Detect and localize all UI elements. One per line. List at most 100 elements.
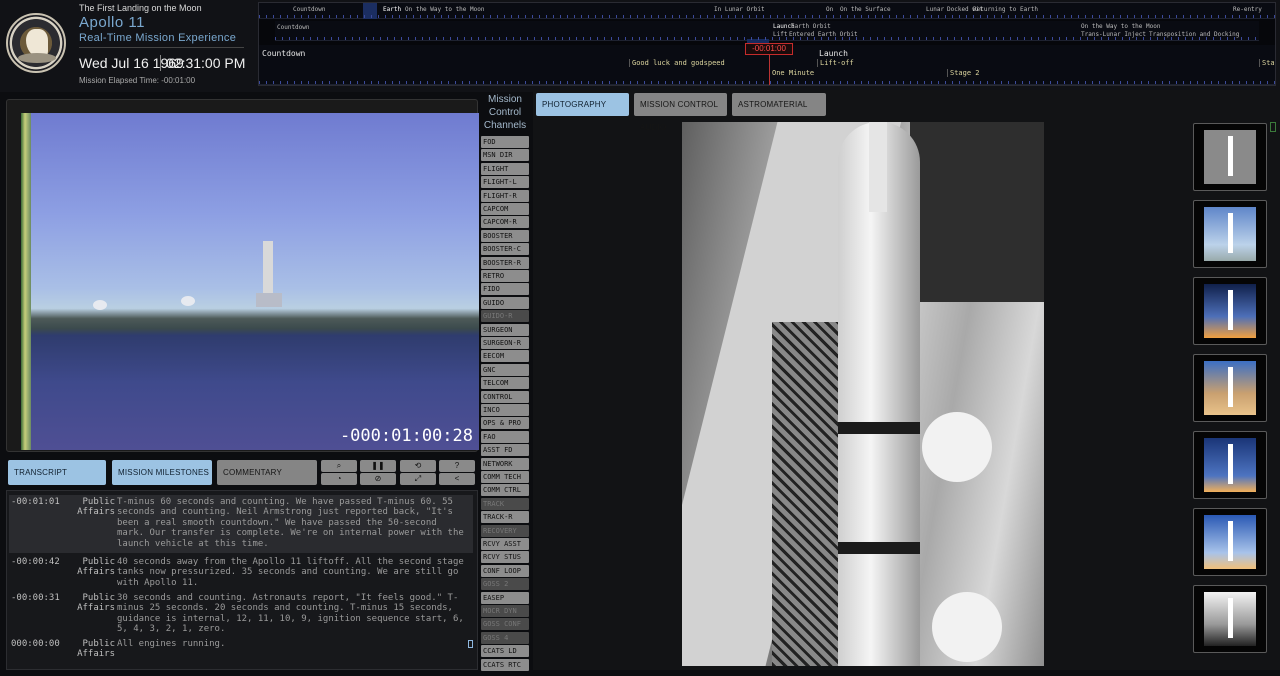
timeline-phase[interactable]: On the Way to the Moon — [405, 6, 484, 13]
transcript-entry[interactable]: 000:00:00 Public Affairs All engines run… — [9, 637, 473, 661]
photo-thumbnail[interactable] — [1193, 431, 1267, 499]
header-divider — [79, 47, 244, 48]
timeline-event[interactable]: One Minute — [769, 69, 814, 77]
channel-button[interactable]: RECOVERY — [481, 524, 529, 537]
channel-button[interactable]: FAO — [481, 430, 529, 443]
channel-button[interactable]: EECOM — [481, 350, 529, 363]
timeline-phase[interactable]: Countdown — [293, 6, 326, 13]
channel-button[interactable]: RCVY STUS — [481, 551, 529, 564]
timeline-phase[interactable]: Earth — [383, 6, 401, 13]
speed-icon[interactable]: ◔ — [321, 473, 357, 485]
channel-button[interactable]: TELCOM — [481, 377, 529, 390]
channel-button[interactable]: RETRO — [481, 270, 529, 282]
channel-button[interactable]: CAPCOM — [481, 203, 529, 215]
timeline-event[interactable]: Lift-off — [817, 59, 854, 67]
timeline-overview-row[interactable]: Countdown Earth On the Way to the Moon I… — [259, 3, 1275, 19]
launch-video[interactable]: -000:01:00:28 — [21, 113, 479, 450]
channel-button[interactable]: MOCR DYN — [481, 605, 529, 617]
channel-button[interactable]: COMM TECH — [481, 471, 529, 483]
tab-astromaterial-samples[interactable]: ASTROMATERIAL SAMPLES — [732, 93, 826, 132]
tab-transcript[interactable]: TRANSCRIPT — [8, 460, 106, 485]
transcript-speaker: Public Affairs — [77, 497, 115, 518]
channel-button[interactable]: CCATS LD — [481, 645, 529, 658]
timeline-phase[interactable]: On — [826, 6, 833, 13]
transcript-time: -00:00:31 — [11, 593, 60, 603]
channel-button[interactable]: FLIGHT-R — [481, 189, 529, 202]
channel-button[interactable]: MSN DIR — [481, 149, 529, 162]
photo-thumbnail[interactable] — [1193, 277, 1267, 345]
channel-button[interactable]: RCVY ASST — [481, 538, 529, 550]
channel-button[interactable]: GOSS 4 — [481, 631, 529, 644]
channel-button[interactable]: CAPCOM-R — [481, 216, 529, 229]
channel-button[interactable]: FLIGHT-L — [481, 176, 529, 189]
fullscreen-icon[interactable]: ⤢ — [400, 473, 436, 485]
mission-timeline[interactable]: Countdown Earth On the Way to the Moon I… — [258, 2, 1276, 86]
help-icon[interactable]: ? — [439, 460, 475, 472]
photo-thumbnail[interactable] — [1193, 200, 1267, 268]
channel-button[interactable]: BOOSTER-R — [481, 256, 529, 269]
channel-button[interactable]: INCO — [481, 404, 529, 416]
channel-button[interactable]: EASEP — [481, 591, 529, 604]
tab-commentary[interactable]: COMMENTARY — [217, 460, 317, 485]
transcript-entry[interactable]: -00:00:42 Public Affairs 40 seconds away… — [9, 555, 473, 589]
timeline-phase[interactable]: Lunar — [926, 6, 944, 13]
transcript-scroll-indicator[interactable] — [468, 640, 473, 648]
photo-thumbnail[interactable] — [1193, 354, 1267, 422]
timeline-now-marker[interactable]: -00:01:00 — [745, 43, 793, 55]
mute-icon[interactable]: ⊘ — [360, 473, 396, 485]
timeline-event[interactable]: Stage 2 — [947, 69, 980, 77]
channel-button[interactable]: CONTROL — [481, 390, 529, 403]
channel-button[interactable]: TRACK — [481, 497, 529, 510]
timeline-phase[interactable]: Countdown — [277, 24, 310, 31]
channel-button[interactable]: SURGEON-R — [481, 337, 529, 349]
transcript-entry[interactable]: -00:01:01 Public Affairs T-minus 60 seco… — [9, 495, 473, 553]
channel-button[interactable]: ASST FD — [481, 444, 529, 457]
transcript-list[interactable]: -00:01:01 Public Affairs T-minus 60 seco… — [6, 490, 478, 670]
channel-button[interactable]: TRACK-R — [481, 511, 529, 524]
photo-thumbnail[interactable] — [1193, 508, 1267, 576]
channel-button[interactable]: FLIGHT — [481, 162, 529, 175]
channel-button[interactable]: NETWORK — [481, 457, 529, 470]
timeline-event[interactable]: Good luck and godspeed — [629, 59, 725, 67]
channel-button[interactable]: CONF LOOP — [481, 564, 529, 577]
search-icon[interactable]: ⌕ — [321, 460, 357, 472]
thumbnail-scroll-indicator[interactable] — [1270, 122, 1276, 132]
channel-button[interactable]: GUIDO-R — [481, 310, 529, 323]
timeline-zoom-row[interactable]: Countdown Launch Earth Orbit Lift Entere… — [275, 21, 1259, 59]
tab-photography[interactable]: PHOTOGRAPHY — [536, 93, 629, 116]
channel-button[interactable]: FIDO — [481, 283, 529, 296]
timeline-phase[interactable]: Returning to Earth — [973, 6, 1038, 13]
timeline-phase[interactable]: Earth Orbit — [791, 23, 831, 30]
channel-button[interactable]: OPS & PRO — [481, 417, 529, 430]
video-player[interactable]: -000:01:00:28 — [6, 99, 479, 452]
channel-button[interactable]: FOD — [481, 136, 529, 148]
history-icon[interactable]: ⟲ — [400, 460, 436, 472]
timeline-phase[interactable]: In Lunar Orbit — [714, 6, 765, 13]
photo-escape-tower — [869, 122, 887, 212]
timeline-phase[interactable]: On the Surface — [840, 6, 891, 13]
photo-thumbnail[interactable] — [1193, 585, 1267, 653]
timeline-phase[interactable]: On the Way to the Moon — [1081, 23, 1160, 30]
timeline-event[interactable]: Sta — [1259, 59, 1275, 67]
tab-mission-milestones[interactable]: MISSION MILESTONES — [112, 460, 212, 485]
channel-button[interactable]: CCATS RTC — [481, 658, 529, 671]
channel-button[interactable]: GNC — [481, 363, 529, 376]
pause-icon[interactable]: ❚❚ — [360, 460, 396, 472]
launch-photograph[interactable] — [682, 122, 1044, 666]
photo-thumbnail[interactable] — [1193, 123, 1267, 191]
channel-button[interactable]: GUIDO — [481, 296, 529, 309]
channel-button[interactable]: GOSS CONF — [481, 618, 529, 631]
channel-button[interactable]: SURGEON — [481, 323, 529, 336]
photo-smoke — [932, 592, 1002, 662]
timeline-phase[interactable]: Re-entry — [1233, 6, 1262, 13]
channel-button[interactable]: GOSS 2 — [481, 578, 529, 591]
timeline-phase-next[interactable]: Launch — [819, 49, 848, 58]
photo-smoke — [922, 412, 992, 482]
timeline-phase-current[interactable]: Countdown — [262, 49, 305, 58]
transcript-entry[interactable]: -00:00:31 Public Affairs 30 seconds and … — [9, 591, 473, 635]
tab-mission-control-audio[interactable]: MISSION CONTROL AUDIO — [634, 93, 727, 132]
share-icon[interactable]: < — [439, 473, 475, 485]
channel-button[interactable]: BOOSTER-C — [481, 243, 529, 256]
channel-button[interactable]: BOOSTER — [481, 229, 529, 242]
channel-button[interactable]: COMM CTRL — [481, 484, 529, 497]
